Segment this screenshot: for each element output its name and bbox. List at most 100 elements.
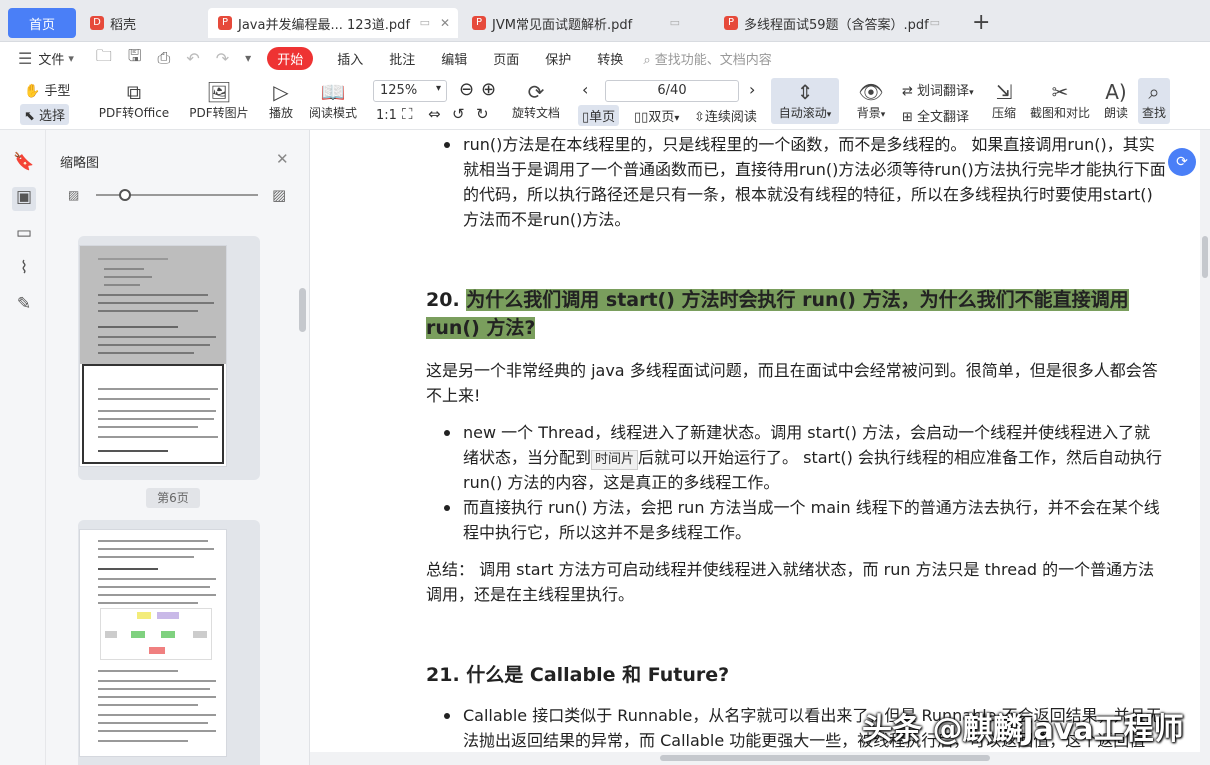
thumbnail-panel-title: 缩略图 [60, 156, 100, 171]
search-placeholder: 查找功能、文档内容 [654, 52, 772, 68]
chevron-down-icon: ▾ [880, 110, 886, 120]
tab-java-concurrency-pdf[interactable]: P Java并发编程最... 123道.pdf ▭ ✕ [208, 8, 458, 38]
select-label: 选择 [39, 109, 66, 124]
zoom-select[interactable]: 125% ▾ [373, 80, 447, 102]
sign-icon[interactable]: ✎ [12, 294, 36, 318]
eye-icon: 👁 [858, 80, 884, 104]
page-number-input[interactable]: 6/40 [605, 80, 739, 102]
monitor-icon: ▭ [419, 16, 430, 29]
hamburger-menu-icon[interactable]: ☰ [18, 49, 32, 68]
tab-multithread-pdf[interactable]: P 多线程面试59题（含答案）.pdf ▭ [714, 8, 962, 38]
word-translate-button[interactable]: ⇄ 划词翻译▾ [902, 80, 974, 99]
compress-label: 压缩 [991, 106, 1016, 120]
read-aloud-button[interactable]: A) 朗读 [1102, 80, 1130, 121]
daoke-icon: D [90, 16, 104, 30]
floating-assistant-button[interactable]: ⟳ [1168, 148, 1196, 176]
thumbnail-page-7[interactable] [80, 530, 226, 756]
rotate-left-icon[interactable]: ↺ [452, 105, 465, 123]
read-mode-button[interactable]: 📖 阅读模式 [308, 80, 358, 121]
small-image-icon[interactable]: ▨ [68, 188, 79, 202]
attachment-icon[interactable]: ⌇ [12, 258, 36, 282]
page-6-label: 第6页 [146, 488, 200, 508]
tab-label: 多线程面试59题（含答案）.pdf [744, 17, 929, 33]
prev-page-icon[interactable]: ‹ [582, 80, 588, 99]
background-button[interactable]: 👁 背景▾ [855, 80, 887, 121]
menu-edit[interactable]: 编辑 [441, 49, 467, 68]
pdf-to-office-icon: ⧉ [126, 80, 142, 104]
more-chevron-icon[interactable]: ▾ [245, 51, 251, 65]
tab-jvm-pdf[interactable]: P JVM常见面试题解析.pdf ▭ [462, 8, 710, 38]
fit-width-icon[interactable]: ⇔ [428, 105, 441, 123]
screenshot-compare-button[interactable]: ✂ 截图和对比 [1030, 80, 1090, 121]
single-page-label: 单页 [589, 110, 616, 125]
continuous-read-button[interactable]: ⇳连续阅读 [694, 106, 757, 125]
menu-annotate[interactable]: 批注 [389, 49, 415, 68]
save-icon[interactable]: 🖫 [128, 45, 142, 72]
document-vertical-scrollbar[interactable] [1200, 130, 1210, 765]
redo-icon[interactable]: ↷ [216, 49, 229, 68]
horizontal-scroll-thumb[interactable] [660, 755, 990, 761]
compress-icon: ⇲ [995, 80, 1013, 104]
undo-icon[interactable]: ↶ [186, 49, 199, 68]
close-icon[interactable]: ✕ [276, 150, 289, 168]
cursor-icon: ⬉ [24, 109, 35, 124]
document-view: run()方法是在本线程里的，只是线程里的一个函数，而不是多线程的。 如果直接调… [310, 130, 1210, 765]
bookmark-icon[interactable]: 🔖 [12, 152, 36, 176]
comment-icon[interactable]: ▭ [12, 223, 36, 247]
open-folder-icon[interactable]: 🗀 [96, 45, 112, 72]
chevron-down-icon[interactable]: ▾ [68, 52, 74, 65]
large-image-icon[interactable]: ▨ [272, 186, 286, 204]
hand-tool-button[interactable]: ✋ 手型 [24, 80, 70, 99]
monitor-icon: ▭ [669, 16, 680, 29]
compress-button[interactable]: ⇲ 压缩 [990, 80, 1018, 121]
zoom-out-icon[interactable]: ⊖ [459, 79, 474, 100]
thumbnail-page-6[interactable] [80, 246, 226, 466]
menu-start[interactable]: 开始 [267, 46, 314, 70]
select-tool-button[interactable]: ⬉ 选择 [20, 104, 70, 125]
tab-label: JVM常见面试题解析.pdf [492, 17, 633, 33]
double-page-button[interactable]: ▯▯双页▾ [634, 106, 679, 125]
thumbnail-icon[interactable]: ▣ [12, 187, 36, 211]
tab-label: Java并发编程最... 123道.pdf [238, 17, 411, 33]
vertical-scroll-thumb[interactable] [1202, 236, 1208, 278]
rotate-document-button[interactable]: ⟳ 旋转文档 [510, 80, 562, 121]
auto-scroll-icon: ⇕ [796, 80, 814, 104]
search-feature-input[interactable]: ⌕ 查找功能、文档内容 [643, 49, 771, 68]
pdf-to-image-button[interactable]: 🖼 PDF转图片 [189, 80, 249, 121]
single-page-button[interactable]: ▯单页 [578, 105, 620, 126]
toolbar: ✋ 手型 ⬉ 选择 ⧉ PDF转Office 🖼 PDF转图片 ▷ 播放 📖 阅读模式 … [0, 74, 1210, 130]
tab-daoke[interactable]: D 稻壳 [80, 8, 204, 38]
zoom-in-icon[interactable]: ⊕ [481, 79, 496, 100]
menu-convert[interactable]: 转换 [597, 49, 623, 68]
pdf-to-office-button[interactable]: ⧉ PDF转Office [95, 80, 173, 121]
book-icon: 📖 [320, 80, 346, 104]
print-icon[interactable]: ⎙ [158, 48, 171, 68]
pdf-file-icon: P [724, 16, 738, 30]
monitor-icon: ▭ [929, 16, 940, 29]
rotate-right-icon[interactable]: ↻ [476, 105, 489, 123]
slider-handle[interactable] [119, 189, 131, 201]
menu-page[interactable]: 页面 [493, 49, 519, 68]
close-tab-icon[interactable]: ✕ [440, 16, 450, 30]
highlighted-text[interactable]: 为什么我们调用 start() 方法时会执行 run() 方法，为什么我们不能直… [426, 289, 1129, 339]
next-page-icon[interactable]: › [749, 80, 755, 99]
background-label: 背景 [856, 106, 881, 120]
tab-home[interactable]: 首页 [8, 8, 76, 38]
menu-file[interactable]: 文件 [38, 49, 64, 68]
rotate-label: 旋转文档 [511, 106, 560, 120]
full-translate-button[interactable]: ⊞ 全文翻译 [902, 106, 969, 125]
thumbnail-scrollbar[interactable] [299, 288, 306, 332]
pdf-file-icon: P [472, 16, 486, 30]
menu-insert[interactable]: 插入 [337, 49, 363, 68]
actual-size-icon[interactable]: 1:1 [376, 108, 397, 123]
auto-scroll-button[interactable]: ⇕ 自动滚动▾ [771, 78, 839, 124]
pdf-page-content: run()方法是在本线程里的，只是线程里的一个函数，而不是多线程的。 如果直接调… [426, 130, 1166, 753]
left-icon-strip: 🔖 ▣ ▭ ⌇ ✎ [0, 130, 46, 765]
find-button[interactable]: ⌕ 查找 [1138, 78, 1170, 124]
viewport-indicator[interactable] [82, 364, 224, 464]
new-tab-button[interactable]: + [972, 10, 990, 35]
menu-protect[interactable]: 保护 [545, 49, 571, 68]
chevron-down-icon: ▾ [969, 88, 974, 98]
fit-page-icon[interactable]: ⛶ [402, 105, 413, 123]
play-button[interactable]: ▷ 播放 [266, 80, 296, 121]
